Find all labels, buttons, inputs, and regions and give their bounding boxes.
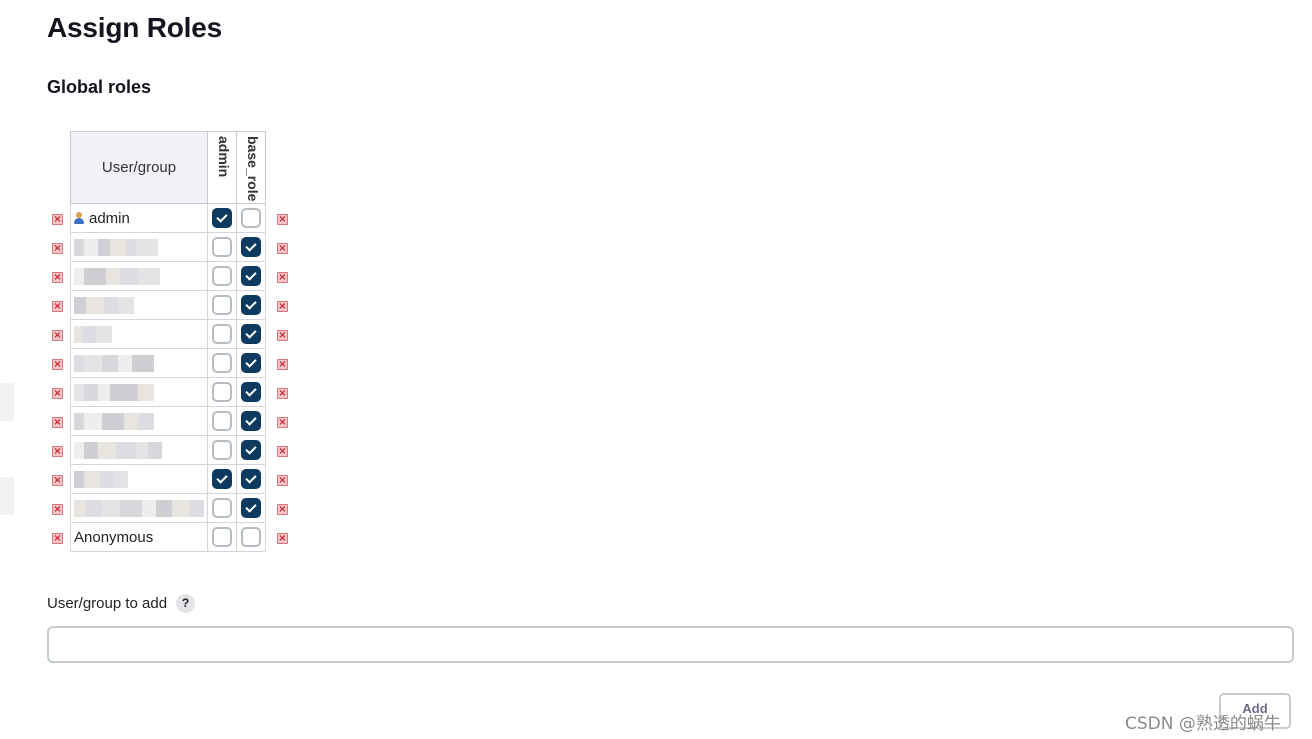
checkbox-admin[interactable]	[212, 469, 232, 489]
table-row: × admin ×	[52, 203, 288, 233]
checkbox-base-role[interactable]	[241, 440, 261, 460]
checkbox-admin[interactable]	[212, 208, 232, 228]
global-roles-grid: User/group admin base_role × admin × × × × × × ×…	[52, 131, 288, 552]
delete-x-icon[interactable]: ×	[277, 475, 288, 486]
user-group-name	[70, 290, 208, 320]
delete-x-icon[interactable]: ×	[277, 330, 288, 341]
user-group-name: admin	[70, 203, 208, 233]
delete-x-icon[interactable]: ×	[277, 446, 288, 457]
redacted-name	[74, 267, 204, 285]
checkbox-admin[interactable]	[212, 353, 232, 373]
page-title: Assign Roles	[47, 12, 222, 43]
user-group-name	[70, 464, 208, 494]
user-group-name	[70, 377, 208, 407]
redacted-name	[74, 441, 204, 459]
table-row: × ×	[52, 232, 288, 262]
redacted-name	[74, 325, 204, 343]
user-group-input[interactable]	[47, 626, 1294, 663]
table-row: × ×	[52, 290, 288, 320]
user-group-name	[70, 493, 208, 523]
role-header-admin: admin	[207, 131, 237, 204]
checkbox-base-role[interactable]	[241, 353, 261, 373]
user-group-name	[70, 232, 208, 262]
checkbox-base-role[interactable]	[241, 266, 261, 286]
checkbox-base-role[interactable]	[241, 324, 261, 344]
checkbox-base-role[interactable]	[241, 411, 261, 431]
redacted-name	[74, 296, 204, 314]
delete-x-icon[interactable]: ×	[277, 214, 288, 225]
checkbox-admin[interactable]	[212, 295, 232, 315]
table-row: × ×	[52, 493, 288, 523]
redacted-name	[74, 412, 204, 430]
delete-x-icon[interactable]: ×	[52, 214, 63, 225]
table-row: × ×	[52, 464, 288, 494]
sidebar-edge	[0, 477, 14, 515]
delete-x-icon[interactable]: ×	[277, 243, 288, 254]
delete-x-icon[interactable]: ×	[52, 417, 63, 428]
delete-x-icon[interactable]: ×	[52, 243, 63, 254]
checkbox-base-role[interactable]	[241, 237, 261, 257]
checkbox-admin[interactable]	[212, 527, 232, 547]
table-row: × Anonymous ×	[52, 522, 288, 552]
delete-x-icon[interactable]: ×	[52, 272, 63, 283]
checkbox-base-role[interactable]	[241, 208, 261, 228]
checkbox-base-role[interactable]	[241, 382, 261, 402]
user-group-name	[70, 406, 208, 436]
checkbox-base-role[interactable]	[241, 498, 261, 518]
checkbox-admin[interactable]	[212, 411, 232, 431]
delete-x-icon[interactable]: ×	[277, 272, 288, 283]
delete-x-icon[interactable]: ×	[277, 504, 288, 515]
delete-x-icon[interactable]: ×	[52, 533, 63, 544]
table-row: × ×	[52, 319, 288, 349]
user-group-label: Anonymous	[74, 528, 154, 546]
checkbox-admin[interactable]	[212, 266, 232, 286]
checkbox-admin[interactable]	[212, 440, 232, 460]
redacted-name	[74, 238, 204, 256]
user-group-to-add-label: User/group to add	[47, 595, 168, 612]
delete-x-icon[interactable]: ×	[52, 388, 63, 399]
delete-x-icon[interactable]: ×	[52, 504, 63, 515]
redacted-name	[74, 383, 204, 401]
delete-x-icon[interactable]: ×	[52, 446, 63, 457]
user-group-name	[70, 435, 208, 465]
checkbox-admin[interactable]	[212, 382, 232, 402]
table-row: × ×	[52, 406, 288, 436]
user-group-name: Anonymous	[70, 522, 208, 552]
redacted-name	[74, 354, 204, 372]
table-row: × ×	[52, 435, 288, 465]
delete-x-icon[interactable]: ×	[277, 359, 288, 370]
table-row: × ×	[52, 377, 288, 407]
watermark: CSDN @熟透的蜗牛	[1125, 714, 1281, 734]
checkbox-admin[interactable]	[212, 237, 232, 257]
delete-x-icon[interactable]: ×	[277, 417, 288, 428]
delete-x-icon[interactable]: ×	[52, 301, 63, 312]
checkbox-base-role[interactable]	[241, 469, 261, 489]
delete-x-icon[interactable]: ×	[277, 533, 288, 544]
user-group-header: User/group	[70, 131, 208, 204]
user-group-name	[70, 348, 208, 378]
help-icon[interactable]: ?	[176, 594, 195, 613]
user-group-label: admin	[89, 209, 130, 227]
delete-x-icon[interactable]: ×	[277, 388, 288, 399]
user-group-name	[70, 319, 208, 349]
checkbox-admin[interactable]	[212, 324, 232, 344]
delete-x-icon[interactable]: ×	[52, 330, 63, 341]
delete-x-icon[interactable]: ×	[52, 359, 63, 370]
checkbox-base-role[interactable]	[241, 295, 261, 315]
table-row: × ×	[52, 348, 288, 378]
section-title: Global roles	[47, 77, 152, 97]
user-icon	[74, 211, 84, 224]
user-group-name	[70, 261, 208, 291]
redacted-name	[74, 499, 204, 517]
delete-x-icon[interactable]: ×	[52, 475, 63, 486]
checkbox-admin[interactable]	[212, 498, 232, 518]
checkbox-base-role[interactable]	[241, 527, 261, 547]
role-header-base-role: base_role	[236, 131, 266, 204]
table-row: × ×	[52, 261, 288, 291]
sidebar-edge	[0, 383, 14, 421]
delete-x-icon[interactable]: ×	[277, 301, 288, 312]
redacted-name	[74, 470, 204, 488]
